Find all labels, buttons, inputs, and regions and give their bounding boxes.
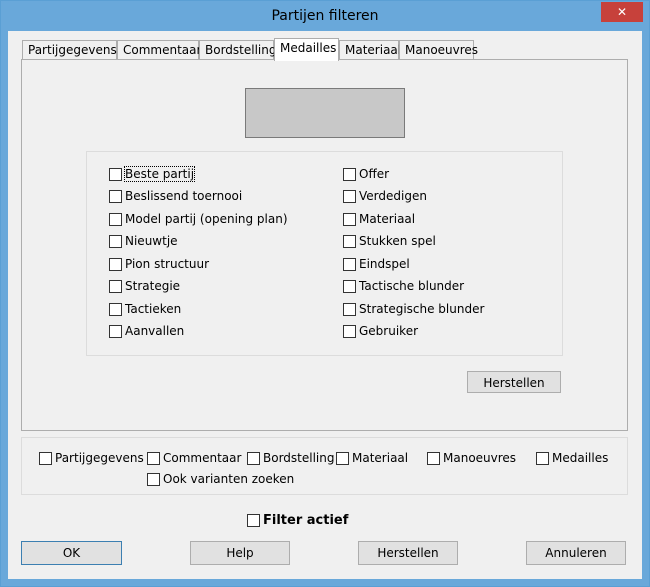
checkbox-box[interactable] bbox=[427, 452, 440, 465]
checkbox-label: Tactische blunder bbox=[359, 279, 465, 293]
help-button[interactable]: Help bbox=[190, 541, 290, 565]
tab-label: Medailles bbox=[280, 41, 337, 55]
medals-tab-panel: Beste partij Beslissend toernooi Model p… bbox=[21, 59, 628, 431]
checkbox-label: Nieuwtje bbox=[125, 234, 178, 248]
checkbox-box[interactable] bbox=[247, 452, 260, 465]
checkbox-label: Materiaal bbox=[359, 212, 416, 226]
checkbox-box[interactable] bbox=[109, 190, 122, 203]
reset-button[interactable]: Herstellen bbox=[358, 541, 458, 565]
checkbox-label: Strategische blunder bbox=[359, 302, 485, 316]
checkbox-box[interactable] bbox=[109, 213, 122, 226]
checkbox-label: Model partij (opening plan) bbox=[125, 212, 288, 226]
checkbox-box[interactable] bbox=[109, 235, 122, 248]
close-icon: ✕ bbox=[616, 5, 628, 19]
checkbox-label: Pion structuur bbox=[125, 257, 210, 271]
checkbox-box[interactable] bbox=[147, 452, 160, 465]
tab-materiaal[interactable]: Materiaal bbox=[339, 40, 402, 59]
checkbox-box[interactable] bbox=[109, 325, 122, 338]
checkbox-box[interactable] bbox=[343, 280, 356, 293]
checkbox-label: Ook varianten zoeken bbox=[163, 472, 295, 486]
tab-label: Bordstelling bbox=[205, 43, 277, 57]
title-bar[interactable]: Partijen filteren ✕ bbox=[1, 1, 649, 31]
checkbox-box[interactable] bbox=[247, 514, 260, 527]
checkbox-box[interactable] bbox=[109, 168, 122, 181]
checkbox-box[interactable] bbox=[109, 303, 122, 316]
checkbox-box[interactable] bbox=[147, 473, 160, 486]
checkbox-label: Filter actief bbox=[263, 513, 349, 528]
tab-label: Partijgegevens bbox=[28, 43, 117, 57]
medals-reset-button[interactable]: Herstellen bbox=[467, 371, 561, 393]
checkbox-box[interactable] bbox=[536, 452, 549, 465]
ok-button[interactable]: OK bbox=[21, 541, 122, 565]
tab-label: Manoeuvres bbox=[405, 43, 479, 57]
checkbox-box[interactable] bbox=[109, 258, 122, 271]
checkbox-label: Strategie bbox=[125, 279, 181, 293]
checkbox-label: Beslissend toernooi bbox=[125, 189, 243, 203]
window-title: Partijen filteren bbox=[271, 8, 379, 24]
checkbox-label: Stukken spel bbox=[359, 234, 436, 248]
tab-label: Materiaal bbox=[345, 43, 402, 57]
checkbox-box[interactable] bbox=[39, 452, 52, 465]
tab-manoeuvres[interactable]: Manoeuvres bbox=[399, 40, 478, 59]
tab-partijgegevens[interactable]: Partijgegevens bbox=[22, 40, 117, 59]
tab-bordstelling[interactable]: Bordstelling bbox=[199, 40, 277, 59]
checkbox-box[interactable] bbox=[343, 258, 356, 271]
tab-commentaar[interactable]: Commentaar bbox=[117, 40, 202, 59]
checkbox-box[interactable] bbox=[343, 190, 356, 203]
tab-label: Commentaar bbox=[123, 43, 202, 57]
checkbox-label: Eindspel bbox=[359, 257, 410, 271]
checkbox-label: Medailles bbox=[552, 451, 609, 465]
checkbox-label: Aanvallen bbox=[125, 324, 185, 338]
checkbox-box[interactable] bbox=[343, 325, 356, 338]
medal-preview-image bbox=[245, 88, 405, 138]
medals-group: Beste partij Beslissend toernooi Model p… bbox=[86, 151, 563, 356]
checkbox-box[interactable] bbox=[343, 213, 356, 226]
checkbox-label: Partijgegevens bbox=[55, 451, 144, 465]
close-button[interactable]: ✕ bbox=[601, 2, 643, 22]
dialog-window: Partijen filteren ✕ Partijgegevens Comme… bbox=[0, 0, 650, 587]
filters-group: Partijgegevens Commentaar Bordstelling M… bbox=[21, 437, 628, 495]
checkbox-label: Bordstelling bbox=[263, 451, 335, 465]
checkbox-label: Gebruiker bbox=[359, 324, 419, 338]
checkbox-box[interactable] bbox=[343, 303, 356, 316]
checkbox-box[interactable] bbox=[343, 168, 356, 181]
cancel-button[interactable]: Annuleren bbox=[526, 541, 626, 565]
checkbox-label: Manoeuvres bbox=[443, 451, 517, 465]
checkbox-label: Verdedigen bbox=[359, 189, 427, 203]
checkbox-label: Tactieken bbox=[125, 302, 182, 316]
checkbox-label: Materiaal bbox=[352, 451, 409, 465]
tab-medailles[interactable]: Medailles bbox=[274, 38, 339, 61]
checkbox-box[interactable] bbox=[343, 235, 356, 248]
checkbox-label: Beste partij bbox=[123, 166, 196, 182]
checkbox-box[interactable] bbox=[109, 280, 122, 293]
checkbox-label: Commentaar bbox=[163, 451, 242, 465]
checkbox-label: Offer bbox=[359, 167, 390, 181]
dialog-client: Partijgegevens Commentaar Bordstelling M… bbox=[8, 31, 642, 579]
checkbox-box[interactable] bbox=[336, 452, 349, 465]
